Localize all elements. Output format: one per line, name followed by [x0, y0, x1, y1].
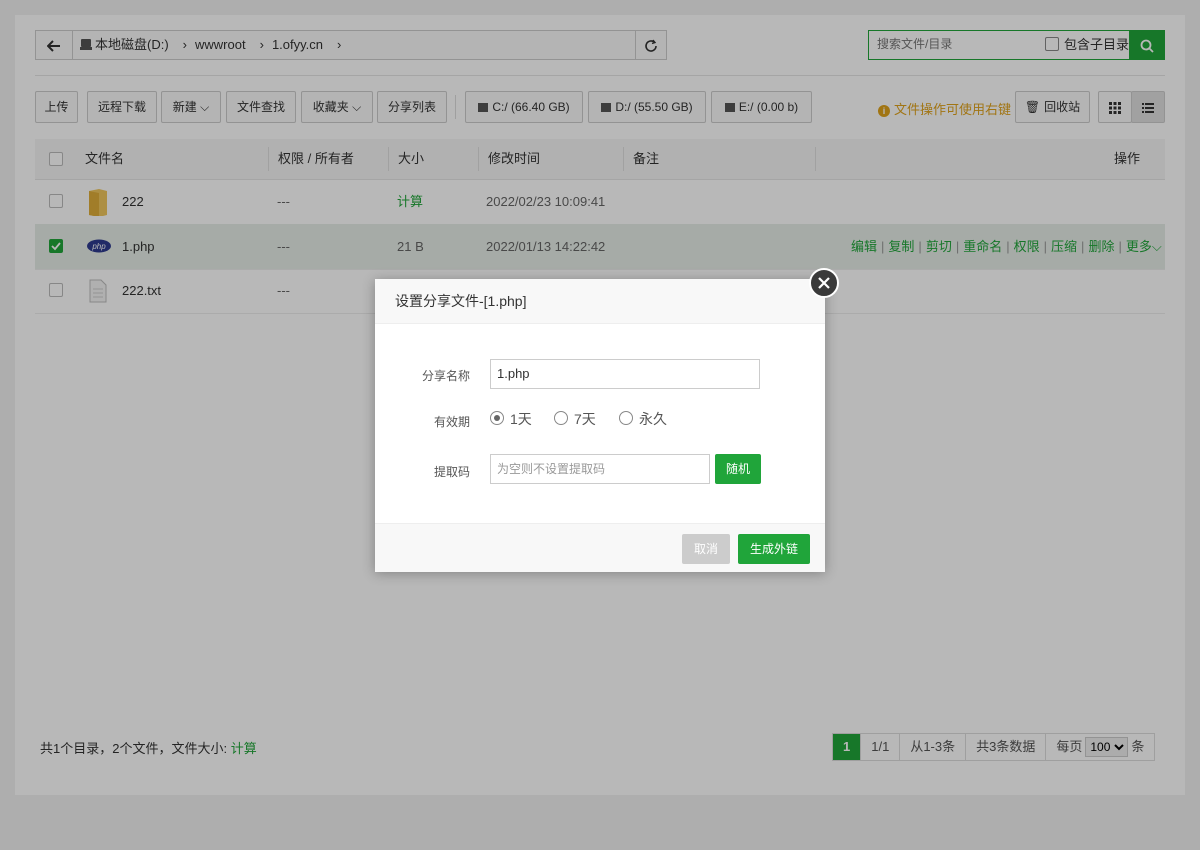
validity-option-7d[interactable]: 7天: [554, 409, 596, 429]
share-name-input[interactable]: 1.php: [490, 359, 760, 389]
share-name-label: 分享名称: [421, 369, 470, 383]
close-icon: [818, 277, 830, 289]
radio-icon[interactable]: [619, 411, 633, 425]
generate-link-button[interactable]: 生成外链: [738, 534, 810, 564]
validity-option-forever[interactable]: 永久: [619, 409, 667, 429]
dialog-title: 设置分享文件-[1.php]: [395, 293, 527, 309]
code-input[interactable]: 为空则不设置提取码: [490, 454, 710, 484]
validity-label: 有效期: [433, 415, 470, 429]
dialog-footer: 取消 生成外链: [375, 523, 825, 572]
radio-icon[interactable]: [554, 411, 568, 425]
dialog-close-button[interactable]: [809, 268, 839, 298]
share-dialog: 设置分享文件-[1.php] 分享名称 1.php 有效期 1天 7天 永久 提…: [375, 279, 825, 572]
dialog-header: 设置分享文件-[1.php]: [375, 279, 825, 324]
cancel-button[interactable]: 取消: [682, 534, 730, 564]
validity-option-label: 永久: [639, 411, 667, 427]
radio-icon[interactable]: [490, 411, 504, 425]
validity-option-1d[interactable]: 1天: [490, 409, 532, 429]
code-label: 提取码: [433, 465, 470, 479]
validity-option-label: 7天: [574, 411, 596, 427]
validity-option-label: 1天: [510, 411, 532, 427]
random-code-button[interactable]: 随机: [715, 454, 761, 484]
